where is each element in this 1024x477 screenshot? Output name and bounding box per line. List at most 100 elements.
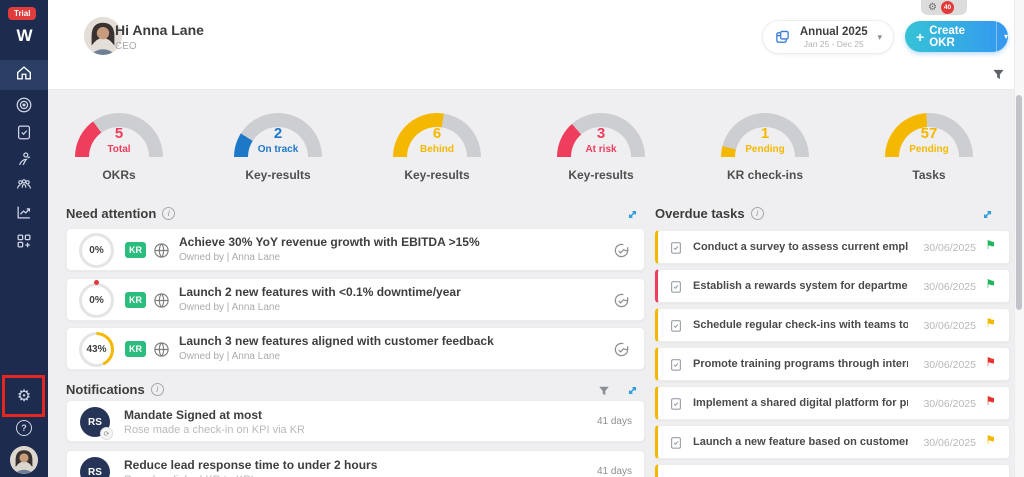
checkin-icon[interactable] (613, 341, 630, 363)
gauge-arc: 5Total (75, 113, 163, 157)
task-title: Establish a rewards system for departmen… (693, 280, 908, 292)
gauge-kr-behind[interactable]: 6Behind Key-results (379, 113, 495, 182)
info-icon[interactable]: i (151, 383, 164, 396)
task-title: Launch a new feature based on customer s… (693, 436, 908, 448)
notification-subtitle: Rose made a check-in on KPI via KR (124, 424, 305, 436)
gauge-arc: 57Pending (885, 113, 973, 157)
home-icon (15, 64, 33, 87)
checkin-icon[interactable] (613, 292, 630, 314)
kr-badge: KR (125, 242, 146, 258)
task-icon (669, 240, 683, 260)
key-result-title: Launch 2 new features with <0.1% downtim… (179, 285, 461, 299)
task-due-date: 30/06/2025 (923, 320, 976, 332)
flag-icon[interactable]: ⚑ (985, 434, 996, 446)
globe-icon (153, 292, 170, 314)
gauge-checkins-pending[interactable]: 1Pending KR check-ins (707, 113, 823, 182)
notification-age: 41 days (597, 466, 632, 477)
notification-row[interactable]: RS ⟳ Reduce lead response time to under … (66, 450, 645, 477)
sidebar-item-plans[interactable] (0, 119, 48, 149)
person-icon (15, 150, 33, 173)
task-row[interactable]: Launch a new feature based on customer s… (655, 425, 1010, 459)
filter-icon[interactable] (992, 68, 1005, 86)
expand-icon[interactable] (626, 208, 639, 226)
info-icon[interactable]: i (162, 207, 175, 220)
gauge-kr-atrisk[interactable]: 3At risk Key-results (543, 113, 659, 182)
gear-icon[interactable]: ⚙ (928, 3, 937, 13)
gauge-value: 57 (885, 126, 973, 143)
gauge-label: Key-results (379, 168, 495, 182)
gauge-tasks-pending[interactable]: 57Pending Tasks (871, 113, 987, 182)
need-attention-header: Need attention i (66, 206, 175, 221)
sidebar-item-okrs[interactable] (0, 92, 48, 122)
scrollbar-thumb[interactable] (1016, 95, 1022, 310)
create-okr-button[interactable]: + Create OKR ▾ (905, 21, 1008, 52)
checkin-icon[interactable] (613, 242, 630, 264)
gauge-okrs-total[interactable]: 5Total OKRs (61, 113, 177, 182)
key-result-owner: Owned by | Anna Lane (179, 252, 280, 263)
notification-count-badge: 40 (941, 1, 954, 14)
flag-icon[interactable]: ⚑ (985, 239, 996, 251)
gauge-value: 1 (721, 126, 809, 143)
gauge-value: 2 (234, 126, 322, 143)
notification-age: 41 days (597, 416, 632, 427)
key-result-row[interactable]: 0% KR Launch 2 new features with <0.1% d… (66, 278, 645, 321)
period-selector[interactable]: Annual 2025 Jan 25 - Dec 25 ▾ (762, 20, 894, 54)
flag-icon[interactable]: ⚑ (985, 395, 996, 407)
progress-ring: 43% (79, 332, 114, 367)
sidebar-item-team[interactable] (0, 172, 48, 202)
kr-badge: KR (125, 341, 146, 357)
progress-ring: 0% (79, 233, 114, 268)
kr-badge: KR (125, 292, 146, 308)
sidebar-item-reports[interactable] (0, 199, 48, 229)
task-row[interactable]: Conduct a survey to assess current emplo… (655, 230, 1010, 264)
user-role: CEO (115, 41, 137, 52)
profile-avatar[interactable] (10, 446, 38, 474)
notification-title: Mandate Signed at most (124, 408, 262, 422)
task-row[interactable]: Schedule regular check-ins with teams to… (655, 308, 1010, 342)
gauge-label: KR check-ins (707, 168, 823, 182)
sidebar-item-help[interactable]: ? (0, 413, 48, 443)
button-divider (996, 21, 997, 52)
flag-icon[interactable]: ⚑ (985, 317, 996, 329)
gear-icon: ⚙ (17, 389, 31, 405)
task-due-date: 30/06/2025 (923, 398, 976, 410)
grid-plus-icon (15, 232, 33, 255)
key-result-title: Achieve 30% YoY revenue growth with EBIT… (179, 235, 480, 249)
gauge-kr-ontrack[interactable]: 2On track Key-results (220, 113, 336, 182)
gauge-arc: 6Behind (393, 113, 481, 157)
sidebar: Trial W ⚙ ? (0, 0, 48, 477)
info-icon[interactable]: i (751, 207, 764, 220)
gauge-label: Tasks (871, 168, 987, 182)
sidebar-item-apps[interactable] (0, 228, 48, 258)
app-logo[interactable]: W (0, 26, 48, 46)
task-icon (669, 396, 683, 416)
flag-icon[interactable]: ⚑ (985, 278, 996, 290)
expand-icon[interactable] (981, 208, 994, 226)
chevron-down-icon[interactable]: ▾ (1004, 32, 1008, 41)
greeting-text: Hi Anna Lane (115, 22, 204, 38)
key-result-row[interactable]: 43% KR Launch 3 new features aligned wit… (66, 327, 645, 370)
task-row-partial[interactable] (655, 464, 1010, 477)
create-okr-label: Create OKR (929, 25, 988, 49)
task-icon (669, 357, 683, 377)
scrollbar-track[interactable] (1014, 0, 1024, 477)
task-row[interactable]: Promote training programs through intern… (655, 347, 1010, 381)
notification-row[interactable]: RS ⟳ Mandate Signed at most Rose made a … (66, 400, 645, 442)
globe-icon (153, 242, 170, 264)
task-row[interactable]: Implement a shared digital platform for … (655, 386, 1010, 420)
gauge-value: 5 (75, 126, 163, 143)
sidebar-item-home[interactable] (0, 60, 48, 90)
notifications-header: Notifications i (66, 382, 164, 397)
task-row[interactable]: Establish a rewards system for departmen… (655, 269, 1010, 303)
sidebar-item-settings[interactable]: ⚙ (0, 382, 48, 412)
key-result-row[interactable]: 0% KR Achieve 30% YoY revenue growth wit… (66, 228, 645, 271)
globe-icon (153, 341, 170, 363)
task-icon (669, 279, 683, 299)
chart-icon (15, 203, 33, 226)
gauge-label: Key-results (543, 168, 659, 182)
gauge-status: Total (75, 143, 163, 156)
gauge-arc: 2On track (234, 113, 322, 157)
progress-value: 0% (89, 245, 103, 256)
key-result-owner: Owned by | Anna Lane (179, 351, 280, 362)
flag-icon[interactable]: ⚑ (985, 356, 996, 368)
